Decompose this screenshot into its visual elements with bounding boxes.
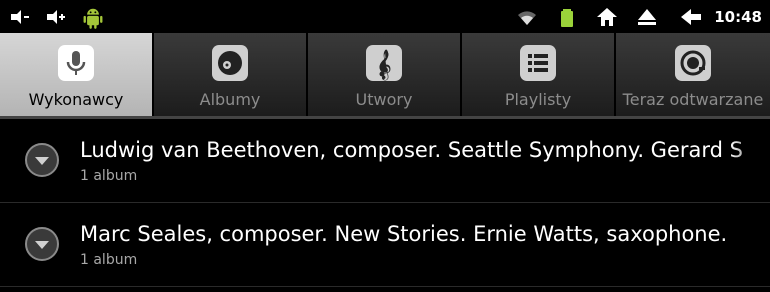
now-playing-icon (675, 45, 711, 81)
text-fade (730, 119, 770, 202)
chevron-down-icon[interactable] (24, 226, 60, 262)
list-item[interactable]: Ludwig van Beethoven, composer. Seattle … (0, 119, 770, 203)
back-icon[interactable] (676, 6, 706, 28)
home-icon[interactable] (596, 6, 618, 28)
eject-icon[interactable] (636, 6, 658, 28)
tab-label: Albumy (199, 90, 261, 109)
chevron-down-icon[interactable] (24, 142, 60, 178)
usb-icon (47, 9, 65, 24)
usb-debug-icon (11, 9, 29, 24)
status-bar: 10:48 (0, 0, 770, 33)
artist-list: Ludwig van Beethoven, composer. Seattle … (0, 119, 770, 287)
tab-label: Teraz odtwarzane (622, 90, 764, 109)
tab-now-playing[interactable]: Teraz odtwarzane (616, 33, 770, 116)
tab-playlists[interactable]: Playlisty (462, 33, 616, 116)
wifi-icon (518, 10, 537, 25)
artist-name: Marc Seales, composer. New Stories. Erni… (80, 222, 728, 246)
android-icon (83, 8, 103, 29)
battery-icon (561, 8, 574, 27)
music-note-icon: 𝄞 (366, 45, 402, 81)
tab-label: Utwory (355, 90, 413, 109)
tab-artists[interactable]: Wykonawcy (0, 33, 154, 116)
microphone-icon (58, 45, 94, 81)
tab-label: Wykonawcy (28, 90, 124, 109)
album-count: 1 album (80, 252, 138, 268)
tab-albums[interactable]: Albumy (154, 33, 308, 116)
album-count: 1 album (80, 168, 138, 184)
disc-icon (212, 45, 248, 81)
status-clock: 10:48 (714, 7, 762, 26)
library-tabs: Wykonawcy Albumy 𝄞 Utwory (0, 33, 770, 119)
artist-name: Ludwig van Beethoven, composer. Seattle … (80, 138, 743, 162)
tab-label: Playlisty (504, 90, 572, 109)
list-item[interactable]: Marc Seales, composer. New Stories. Erni… (0, 203, 770, 287)
tab-songs[interactable]: 𝄞 Utwory (308, 33, 462, 116)
playlist-icon (520, 45, 556, 81)
